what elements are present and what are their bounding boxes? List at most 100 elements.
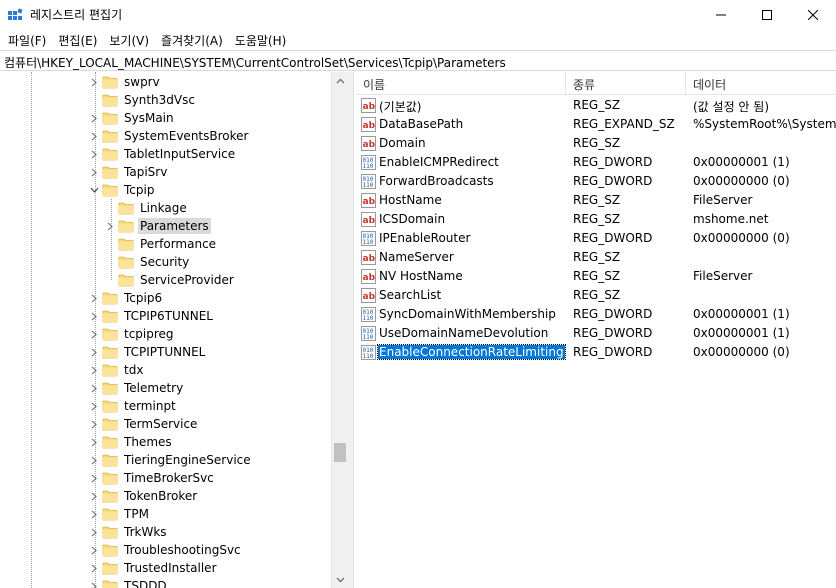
key-tree[interactable]: swprv Synth3dVsc SysMain SystemEventsBroker… — [0, 72, 350, 588]
tree-item[interactable]: Synth3dVsc — [88, 91, 197, 109]
column-header-data[interactable]: 데이터 — [693, 76, 726, 93]
tree-item[interactable]: TokenBroker — [88, 487, 199, 505]
scroll-up-button[interactable] — [332, 72, 348, 89]
column-header-name[interactable]: 이름 — [363, 76, 385, 93]
tree-item[interactable]: Tcpip6 — [88, 289, 164, 307]
tree-item[interactable]: TermService — [88, 415, 199, 433]
chevron-right-icon[interactable] — [88, 577, 100, 588]
tree-item[interactable]: TCPIP6TUNNEL — [88, 307, 215, 325]
binary-value-icon: 010 110 — [361, 155, 376, 170]
chevron-right-icon[interactable] — [88, 289, 100, 307]
tree-item-label: Performance — [140, 237, 217, 251]
menu-file[interactable]: 파일(F) — [2, 29, 52, 50]
chevron-right-icon[interactable] — [88, 163, 100, 181]
chevron-right-icon[interactable] — [88, 145, 100, 163]
chevron-right-icon[interactable] — [88, 397, 100, 415]
chevron-right-icon[interactable] — [104, 217, 116, 235]
menu-view[interactable]: 보기(V) — [103, 29, 155, 50]
svg-text:ab: ab — [363, 216, 376, 226]
value-row[interactable]: ab NV HostName REG_SZ FileServer — [355, 267, 836, 286]
chevron-right-icon[interactable] — [88, 451, 100, 469]
tree-item[interactable]: Telemetry — [88, 379, 185, 397]
value-row[interactable]: 010 110 EnableConnectionRateLimiting REG_DW… — [355, 343, 836, 362]
tree-item[interactable]: SysMain — [88, 109, 176, 127]
folder-icon — [102, 381, 118, 395]
maximize-button[interactable] — [744, 0, 790, 29]
scroll-thumb[interactable] — [334, 443, 346, 462]
column-divider[interactable] — [565, 72, 566, 95]
tree-item[interactable]: Parameters — [104, 217, 211, 235]
tree-item[interactable]: SystemEventsBroker — [88, 127, 250, 145]
close-button[interactable] — [790, 0, 836, 29]
tree-item[interactable]: TroubleshootingSvc — [88, 541, 243, 559]
chevron-right-icon[interactable] — [88, 307, 100, 325]
value-row[interactable]: ab DataBasePath REG_EXPAND_SZ %SystemRoot%\… — [355, 115, 836, 134]
tree-item[interactable]: Performance — [104, 235, 218, 253]
chevron-right-icon[interactable] — [88, 109, 100, 127]
folder-icon — [102, 93, 118, 107]
tree-item[interactable]: Tcpip — [88, 181, 156, 199]
chevron-right-icon[interactable] — [88, 559, 100, 577]
scroll-down-button[interactable] — [332, 571, 348, 588]
value-row[interactable]: 010 110 SyncDomainWithMembership REG_DWORD 0… — [355, 305, 836, 324]
chevron-right-icon[interactable] — [88, 487, 100, 505]
value-row[interactable]: 010 110 IPEnableRouter REG_DWORD 0x00000000 … — [355, 229, 836, 248]
column-divider[interactable] — [685, 72, 686, 95]
value-row[interactable]: 010 110 UseDomainNameDevolution REG_DWORD 0x… — [355, 324, 836, 343]
menu-help[interactable]: 도움말(H) — [229, 29, 293, 50]
value-row[interactable]: 010 110 ForwardBroadcasts REG_DWORD 0x000000… — [355, 172, 836, 191]
value-row[interactable]: ab SearchList REG_SZ — [355, 286, 836, 305]
tree-item[interactable]: tcpipreg — [88, 325, 176, 343]
menu-edit[interactable]: 편집(E) — [52, 29, 103, 50]
chevron-down-icon[interactable] — [88, 181, 100, 199]
chevron-right-icon[interactable] — [88, 433, 100, 451]
pane-splitter[interactable] — [348, 72, 354, 588]
chevron-right-icon[interactable] — [88, 415, 100, 433]
column-header-type[interactable]: 종류 — [573, 76, 595, 93]
value-row[interactable]: ab NameServer REG_SZ — [355, 248, 836, 267]
tree-item[interactable]: tdx — [88, 361, 145, 379]
menu-favorites[interactable]: 즐겨찾기(A) — [155, 29, 229, 50]
value-row[interactable]: ab (기본값) REG_SZ (값 설정 안 됨) — [355, 96, 836, 115]
value-list[interactable]: 이름 종류 데이터 ab (기본값) REG_SZ (값 설정 안 됨) ab DataB… — [355, 72, 836, 588]
value-data: 0x00000000 (0) — [693, 231, 790, 245]
chevron-right-icon[interactable] — [88, 73, 100, 91]
value-data: FileServer — [693, 193, 753, 207]
tree-item-label: TroubleshootingSvc — [124, 543, 241, 557]
tree-item[interactable]: TieringEngineService — [88, 451, 253, 469]
tree-item[interactable]: Themes — [88, 433, 174, 451]
value-row[interactable]: 010 110 EnableICMPRedirect REG_DWORD 0x00000… — [355, 153, 836, 172]
value-type: REG_SZ — [573, 193, 621, 207]
value-data: FileServer — [693, 269, 753, 283]
tree-item[interactable]: TrkWks — [88, 523, 169, 541]
chevron-right-icon[interactable] — [88, 343, 100, 361]
tree-item[interactable]: swprv — [88, 73, 162, 91]
tree-item[interactable]: TabletInputService — [88, 145, 237, 163]
chevron-right-icon[interactable] — [88, 379, 100, 397]
address-bar[interactable]: 컴퓨터\HKEY_LOCAL_MACHINE\SYSTEM\CurrentCon… — [0, 50, 836, 71]
tree-item[interactable]: terminpt — [88, 397, 178, 415]
value-name: SyncDomainWithMembership — [379, 307, 556, 321]
tree-item[interactable]: TPM — [88, 505, 151, 523]
chevron-right-icon[interactable] — [88, 469, 100, 487]
chevron-right-icon[interactable] — [88, 523, 100, 541]
minimize-button[interactable] — [698, 0, 744, 29]
chevron-right-icon[interactable] — [88, 541, 100, 559]
value-row[interactable]: ab Domain REG_SZ — [355, 134, 836, 153]
chevron-right-icon[interactable] — [88, 127, 100, 145]
chevron-right-icon[interactable] — [88, 505, 100, 523]
svg-text:110: 110 — [363, 315, 374, 322]
tree-item[interactable]: TapiSrv — [88, 163, 169, 181]
tree-item[interactable]: TSDDD — [88, 577, 169, 588]
value-row[interactable]: ab ICSDomain REG_SZ mshome.net — [355, 210, 836, 229]
tree-scrollbar[interactable] — [331, 72, 348, 588]
tree-item[interactable]: TimeBrokerSvc — [88, 469, 216, 487]
tree-item[interactable]: TCPIPTUNNEL — [88, 343, 207, 361]
chevron-right-icon[interactable] — [88, 361, 100, 379]
tree-item[interactable]: Security — [104, 253, 191, 271]
tree-item[interactable]: ServiceProvider — [104, 271, 236, 289]
tree-item[interactable]: TrustedInstaller — [88, 559, 219, 577]
value-row[interactable]: ab HostName REG_SZ FileServer — [355, 191, 836, 210]
chevron-right-icon[interactable] — [88, 325, 100, 343]
tree-item[interactable]: Linkage — [104, 199, 189, 217]
